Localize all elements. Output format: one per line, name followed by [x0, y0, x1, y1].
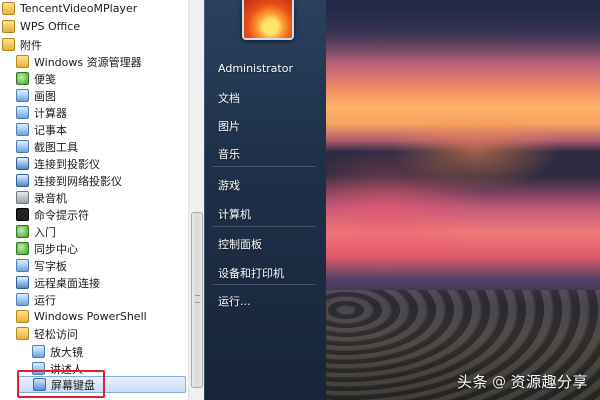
program-item-label: 放大镜	[50, 345, 83, 359]
microphone-icon	[16, 191, 29, 204]
red-highlight-annotation	[17, 370, 105, 398]
program-item-label: 连接到投影仪	[34, 157, 100, 171]
watermark-author: 资源趣分享	[510, 373, 588, 391]
program-item-wps-office[interactable]: WPS Office	[2, 18, 190, 35]
program-item-label: WPS Office	[20, 20, 81, 33]
program-item-sound-recorder[interactable]: 录音机	[16, 189, 204, 206]
program-item-notepad[interactable]: 记事本	[16, 121, 204, 138]
program-item-label: 同步中心	[34, 242, 78, 256]
folder-icon	[2, 38, 15, 51]
sticky-notes-icon	[16, 72, 29, 85]
program-item-label: 画图	[34, 89, 56, 103]
program-item-label: 轻松访问	[34, 327, 78, 341]
snipping-tool-icon	[16, 140, 29, 153]
program-item-command-prompt[interactable]: 命令提示符	[16, 206, 204, 223]
menu-item-documents[interactable]: 文档	[218, 90, 240, 106]
projector-icon	[16, 157, 29, 170]
program-item-sticky-notes[interactable]: 便笺	[16, 70, 204, 87]
scroll-grip-icon	[195, 295, 200, 303]
program-item-windows-powershell[interactable]: Windows PowerShell	[16, 308, 204, 325]
program-item-windows-explorer[interactable]: Windows 资源管理器	[16, 53, 204, 70]
run-icon	[16, 293, 29, 306]
program-item-paint[interactable]: 画图	[16, 87, 204, 104]
program-item-label: 写字板	[34, 259, 67, 273]
program-item-calculator[interactable]: 计算器	[16, 104, 204, 121]
notepad-icon	[16, 123, 29, 136]
network-projector-icon	[16, 174, 29, 187]
program-item-tencentvideomplayer[interactable]: TencentVideoMPlayer	[2, 0, 190, 17]
program-item-accessories[interactable]: 附件	[2, 36, 190, 53]
start-menu-shortcuts-panel: Administrator 文档 图片 音乐 游戏 计算机 控制面板 设备和打印…	[204, 0, 326, 400]
command-prompt-icon	[16, 208, 29, 221]
watermark-separator: @	[491, 373, 507, 390]
watermark: 头条 @ 资源趣分享	[457, 371, 588, 392]
menu-divider	[212, 284, 316, 285]
program-item-label: Windows PowerShell	[34, 310, 147, 323]
program-item-ease-of-access[interactable]: 轻松访问	[16, 325, 204, 342]
start-menu-program-panel: TencentVideoMPlayer WPS Office 附件 Window…	[0, 0, 204, 400]
remote-desktop-icon	[16, 276, 29, 289]
scrollbar-thumb[interactable]	[191, 212, 203, 388]
explorer-icon	[16, 55, 29, 68]
program-item-label: 入门	[34, 225, 56, 239]
wallpaper-sky	[326, 0, 600, 60]
menu-item-pictures[interactable]: 图片	[218, 118, 240, 134]
program-item-label: 截图工具	[34, 140, 78, 154]
program-list-scrollbar[interactable]	[188, 0, 204, 400]
menu-item-devices-printers[interactable]: 设备和打印机	[218, 265, 284, 281]
program-item-network-projector[interactable]: 连接到网络投影仪	[16, 172, 204, 189]
menu-divider	[212, 166, 316, 167]
program-item-label: 便笺	[34, 72, 56, 86]
program-item-label: 连接到网络投影仪	[34, 174, 122, 188]
program-item-sync-center[interactable]: 同步中心	[16, 240, 204, 257]
calculator-icon	[16, 106, 29, 119]
folder-icon	[2, 2, 15, 15]
program-item-snipping-tool[interactable]: 截图工具	[16, 138, 204, 155]
magnifier-icon	[32, 345, 45, 358]
program-item-label: 记事本	[34, 123, 67, 137]
menu-divider	[212, 226, 316, 227]
user-picture[interactable]	[242, 0, 294, 40]
sync-center-icon	[16, 242, 29, 255]
program-item-label: 附件	[20, 38, 42, 52]
menu-item-games[interactable]: 游戏	[218, 177, 240, 193]
menu-item-run[interactable]: 运行...	[218, 293, 251, 309]
menu-item-control-panel[interactable]: 控制面板	[218, 236, 262, 252]
menu-item-computer[interactable]: 计算机	[218, 206, 251, 222]
program-item-label: TencentVideoMPlayer	[20, 2, 138, 15]
folder-icon	[2, 20, 15, 33]
menu-item-administrator[interactable]: Administrator	[218, 62, 293, 75]
paint-icon	[16, 89, 29, 102]
all-programs-list: TencentVideoMPlayer WPS Office 附件 Window…	[0, 0, 188, 400]
program-item-label: 运行	[34, 293, 56, 307]
getting-started-icon	[16, 225, 29, 238]
program-item-label: 计算器	[34, 106, 67, 120]
folder-icon	[16, 310, 29, 323]
folder-icon	[16, 327, 29, 340]
wordpad-icon	[16, 259, 29, 272]
menu-item-music[interactable]: 音乐	[218, 146, 240, 162]
program-item-getting-started[interactable]: 入门	[16, 223, 204, 240]
program-item-label: 远程桌面连接	[34, 276, 100, 290]
watermark-brand: 头条	[456, 373, 488, 391]
program-item-label: 命令提示符	[34, 208, 89, 222]
program-item-connect-projector[interactable]: 连接到投影仪	[16, 155, 204, 172]
program-item-wordpad[interactable]: 写字板	[16, 257, 204, 274]
program-item-label: 录音机	[34, 191, 67, 205]
program-item-run[interactable]: 运行	[16, 291, 204, 308]
program-item-label: Windows 资源管理器	[34, 55, 142, 69]
program-item-remote-desktop[interactable]: 远程桌面连接	[16, 274, 204, 291]
